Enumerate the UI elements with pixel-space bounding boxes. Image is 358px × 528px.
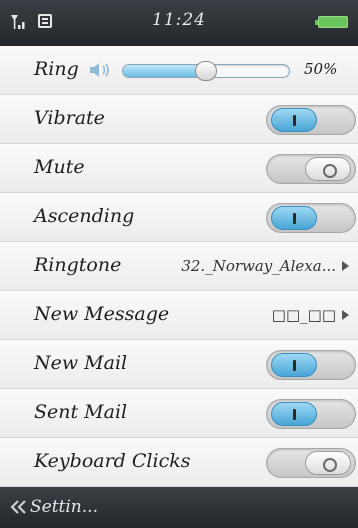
new-message-label: New Message bbox=[34, 303, 170, 325]
double-chevron-left-icon[interactable] bbox=[10, 499, 28, 519]
ring-volume-fill bbox=[123, 65, 206, 77]
ringtone-label: Ringtone bbox=[34, 254, 122, 276]
mute-toggle[interactable] bbox=[266, 154, 356, 184]
sound-settings-list: Ring 50% Vibrate Mute Ascending Ringtone… bbox=[0, 46, 358, 487]
ascending-toggle[interactable] bbox=[266, 203, 356, 233]
vibrate-toggle[interactable] bbox=[266, 105, 356, 135]
signal-icon bbox=[10, 13, 30, 35]
ring-volume-thumb[interactable] bbox=[195, 61, 217, 81]
message-icon bbox=[38, 14, 52, 28]
bottom-bar: Settin... bbox=[0, 487, 358, 528]
new-mail-toggle[interactable] bbox=[266, 350, 356, 380]
sent-mail-toggle[interactable] bbox=[266, 399, 356, 429]
toggle-knob bbox=[271, 206, 317, 230]
toggle-knob bbox=[305, 451, 351, 475]
ringtone-row[interactable]: Ringtone 32._Norway_Alexa... bbox=[0, 242, 358, 291]
ringtone-value: 32._Norway_Alexa... bbox=[181, 257, 336, 275]
keyboard-clicks-label: Keyboard Clicks bbox=[34, 450, 191, 472]
speaker-icon bbox=[88, 61, 116, 83]
toggle-knob bbox=[305, 157, 351, 181]
sent-mail-row: Sent Mail bbox=[0, 389, 358, 438]
clock: 11:24 bbox=[152, 10, 206, 30]
new-mail-label: New Mail bbox=[34, 352, 128, 374]
status-bar: 11:24 bbox=[0, 0, 358, 46]
ascending-label: Ascending bbox=[34, 205, 135, 227]
vibrate-row: Vibrate bbox=[0, 95, 358, 144]
vibrate-label: Vibrate bbox=[34, 107, 105, 129]
toggle-knob bbox=[271, 108, 317, 132]
ring-label: Ring bbox=[34, 58, 79, 80]
chevron-right-icon bbox=[342, 310, 349, 320]
new-message-value: □□_□□ bbox=[271, 306, 336, 324]
new-message-row[interactable]: New Message □□_□□ bbox=[0, 291, 358, 340]
ring-row: Ring 50% bbox=[0, 46, 358, 95]
battery-icon bbox=[315, 16, 348, 28]
sent-mail-label: Sent Mail bbox=[34, 401, 128, 423]
back-button[interactable]: Settin... bbox=[30, 497, 98, 517]
ascending-row: Ascending bbox=[0, 193, 358, 242]
chevron-right-icon bbox=[342, 261, 349, 271]
toggle-knob bbox=[271, 402, 317, 426]
toggle-knob bbox=[271, 353, 317, 377]
keyboard-clicks-toggle[interactable] bbox=[266, 448, 356, 478]
new-mail-row: New Mail bbox=[0, 340, 358, 389]
mute-label: Mute bbox=[34, 156, 85, 178]
keyboard-clicks-row: Keyboard Clicks bbox=[0, 438, 358, 487]
mute-row: Mute bbox=[0, 144, 358, 193]
ring-volume-slider[interactable] bbox=[122, 61, 290, 81]
ring-volume-value: 50% bbox=[304, 60, 338, 78]
